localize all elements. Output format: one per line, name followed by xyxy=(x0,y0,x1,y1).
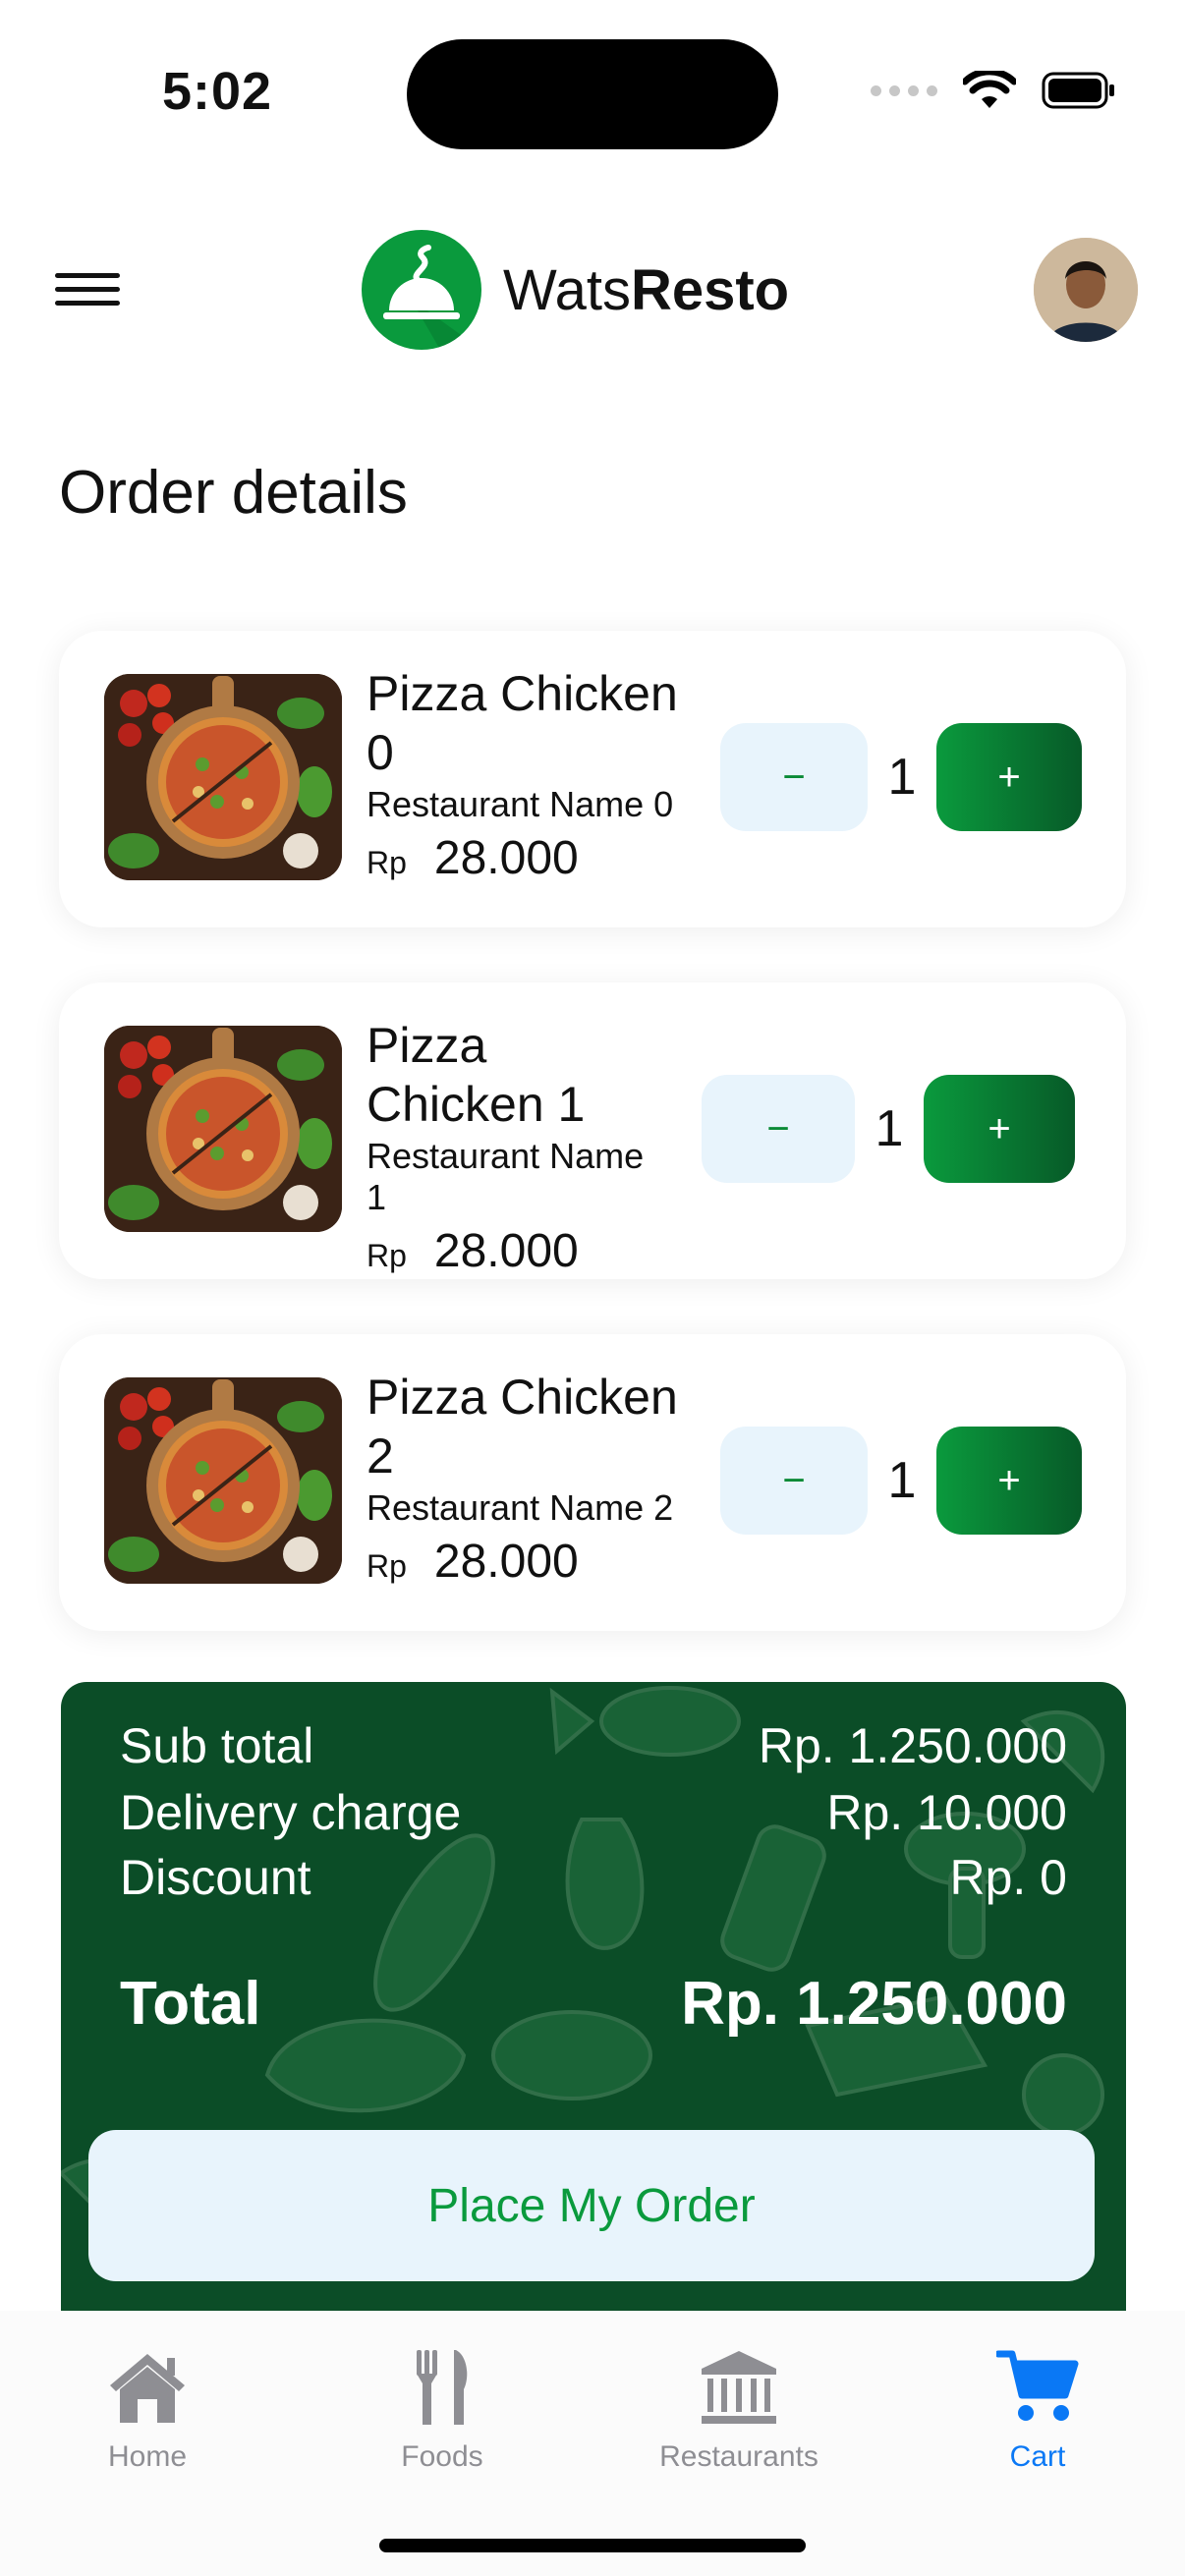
price-row: Rp 28.000 xyxy=(367,831,691,885)
pizza-image xyxy=(104,1377,342,1584)
discount-value: Rp. 0 xyxy=(949,1850,1067,1905)
quantity-value: 1 xyxy=(887,749,917,806)
decrease-button[interactable]: − xyxy=(702,1075,855,1183)
status-bar: 5:02 xyxy=(0,0,1185,187)
home-icon xyxy=(103,2348,192,2427)
subtotal-label: Sub total xyxy=(120,1718,314,1773)
status-time: 5:02 xyxy=(162,62,273,121)
pizza-image xyxy=(104,1026,342,1232)
app-header: WatsResto xyxy=(0,224,1185,352)
subtotal-value: Rp. 1.250.000 xyxy=(758,1718,1067,1773)
cart-item-card: Pizza Chicken 0 Restaurant Name 0 Rp 28.… xyxy=(59,631,1126,927)
fork-knife-icon xyxy=(398,2348,486,2427)
nav-label-restaurants: Restaurants xyxy=(659,2440,818,2473)
currency-label: Rp xyxy=(367,845,407,880)
delivery-row: Delivery charge Rp. 10.000 xyxy=(120,1784,1067,1841)
price-row: Rp 28.000 xyxy=(367,1535,691,1589)
nav-item-foods[interactable]: Foods xyxy=(324,2348,560,2474)
item-info: Pizza Chicken 1 Restaurant Name 1 Rp 28.… xyxy=(367,1016,661,1278)
quantity-value: 1 xyxy=(875,1100,904,1157)
nav-label-home: Home xyxy=(107,2440,188,2473)
brand: WatsResto xyxy=(362,230,789,350)
place-order-button[interactable]: Place My Order xyxy=(88,2130,1095,2281)
battery-icon xyxy=(1042,72,1114,109)
quantity-stepper: − 1 + xyxy=(720,723,1082,831)
page-title: Order details xyxy=(59,459,408,527)
nav-item-home[interactable]: Home xyxy=(29,2348,265,2474)
avatar[interactable] xyxy=(1034,238,1138,342)
delivery-value: Rp. 10.000 xyxy=(826,1785,1067,1840)
restaurant-name: Restaurant Name 0 xyxy=(367,784,674,824)
nav-item-cart[interactable]: Cart xyxy=(920,2348,1156,2474)
hamburger-menu-icon[interactable] xyxy=(55,273,120,308)
nav-item-restaurants[interactable]: Restaurants xyxy=(621,2348,857,2474)
quantity-stepper: − 1 + xyxy=(702,1075,1075,1183)
item-name: Pizza Chicken 1 xyxy=(367,1018,586,1132)
item-name: Pizza Chicken 2 xyxy=(367,1370,678,1484)
item-name: Pizza Chicken 0 xyxy=(367,666,678,780)
restaurant-name: Restaurant Name 1 xyxy=(367,1136,645,1217)
dynamic-island xyxy=(407,39,778,149)
cloche-logo-icon xyxy=(362,230,481,350)
delivery-label: Delivery charge xyxy=(120,1785,462,1840)
quantity-value: 1 xyxy=(887,1452,917,1509)
cart-item-card: Pizza Chicken 2 Restaurant Name 2 Rp 28.… xyxy=(59,1334,1126,1631)
pizza-image xyxy=(104,674,342,880)
price-row: Rp 28.000 xyxy=(367,1224,661,1278)
bottom-nav: Home Foods Restaurants Cart xyxy=(0,2311,1185,2576)
item-price: 28.000 xyxy=(433,832,579,884)
subtotal-row: Sub total Rp. 1.250.000 xyxy=(120,1717,1067,1774)
building-columns-icon xyxy=(695,2348,783,2427)
cart-item-card: Pizza Chicken 1 Restaurant Name 1 Rp 28.… xyxy=(59,982,1126,1279)
increase-button[interactable]: + xyxy=(936,723,1082,831)
nav-label-foods: Foods xyxy=(401,2440,483,2473)
cart-icon xyxy=(993,2348,1082,2427)
decrease-button[interactable]: − xyxy=(720,723,868,831)
wifi-icon xyxy=(963,71,1016,108)
quantity-stepper: − 1 + xyxy=(720,1427,1082,1535)
total-row: Total Rp. 1.250.000 xyxy=(120,1969,1067,2039)
discount-row: Discount Rp. 0 xyxy=(120,1849,1067,1906)
restaurant-name: Restaurant Name 2 xyxy=(367,1487,674,1528)
increase-button[interactable]: + xyxy=(924,1075,1075,1183)
item-info: Pizza Chicken 2 Restaurant Name 2 Rp 28.… xyxy=(367,1368,691,1589)
item-price: 28.000 xyxy=(433,1225,579,1277)
discount-label: Discount xyxy=(120,1850,311,1905)
item-info: Pizza Chicken 0 Restaurant Name 0 Rp 28.… xyxy=(367,664,691,885)
total-value: Rp. 1.250.000 xyxy=(681,1970,1067,2038)
brand-name: WatsResto xyxy=(503,257,790,322)
signal-icon xyxy=(871,84,937,96)
status-icons xyxy=(871,71,1116,110)
nav-label-cart: Cart xyxy=(1009,2440,1066,2473)
home-indicator xyxy=(379,2539,806,2552)
currency-label: Rp xyxy=(367,1548,407,1584)
total-label: Total xyxy=(120,1970,261,2038)
order-summary: Sub total Rp. 1.250.000 Delivery charge … xyxy=(61,1682,1126,2370)
item-price: 28.000 xyxy=(433,1536,579,1588)
currency-label: Rp xyxy=(367,1238,407,1273)
decrease-button[interactable]: − xyxy=(720,1427,868,1535)
increase-button[interactable]: + xyxy=(936,1427,1082,1535)
